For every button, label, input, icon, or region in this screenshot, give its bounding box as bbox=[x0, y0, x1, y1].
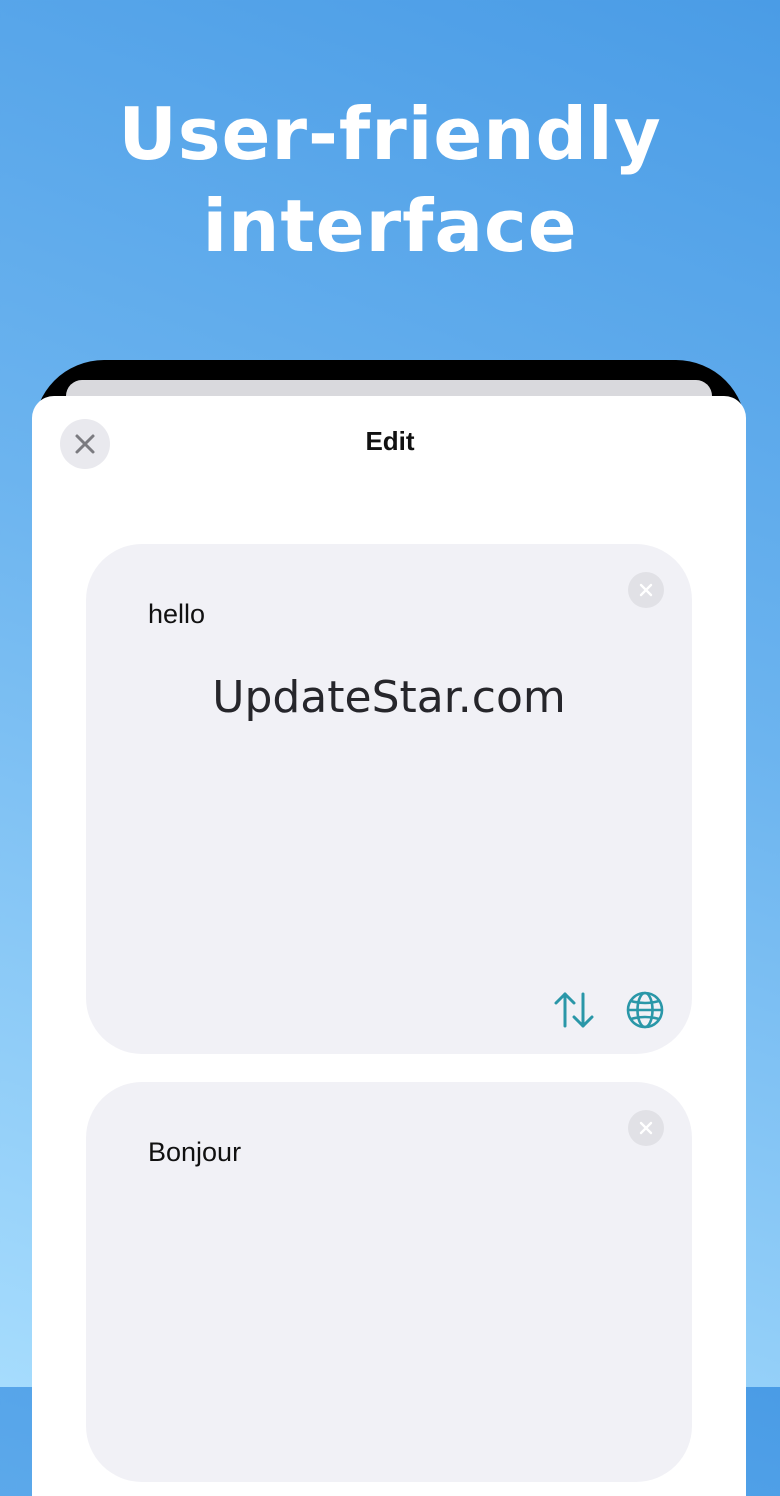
target-text-card[interactable]: Bonjour bbox=[86, 1082, 692, 1482]
headline-line-2: interface bbox=[202, 184, 578, 268]
headline: User-friendly interface bbox=[0, 88, 780, 272]
target-text[interactable]: Bonjour bbox=[148, 1137, 241, 1168]
clear-icon bbox=[639, 1121, 653, 1135]
sheet-title: Edit bbox=[365, 426, 415, 456]
watermark: UpdateStar.com bbox=[212, 672, 566, 723]
swap-languages-button[interactable] bbox=[552, 988, 596, 1032]
headline-line-1: User-friendly bbox=[118, 92, 662, 176]
source-text[interactable]: hello bbox=[148, 599, 205, 630]
globe-icon bbox=[626, 991, 664, 1029]
source-text-card[interactable]: hello UpdateStar.com bbox=[86, 544, 692, 1054]
clear-icon bbox=[639, 583, 653, 597]
clear-target-button[interactable] bbox=[628, 1110, 664, 1146]
language-button[interactable] bbox=[623, 988, 667, 1032]
clear-source-button[interactable] bbox=[628, 572, 664, 608]
swap-arrows-icon bbox=[554, 992, 594, 1028]
